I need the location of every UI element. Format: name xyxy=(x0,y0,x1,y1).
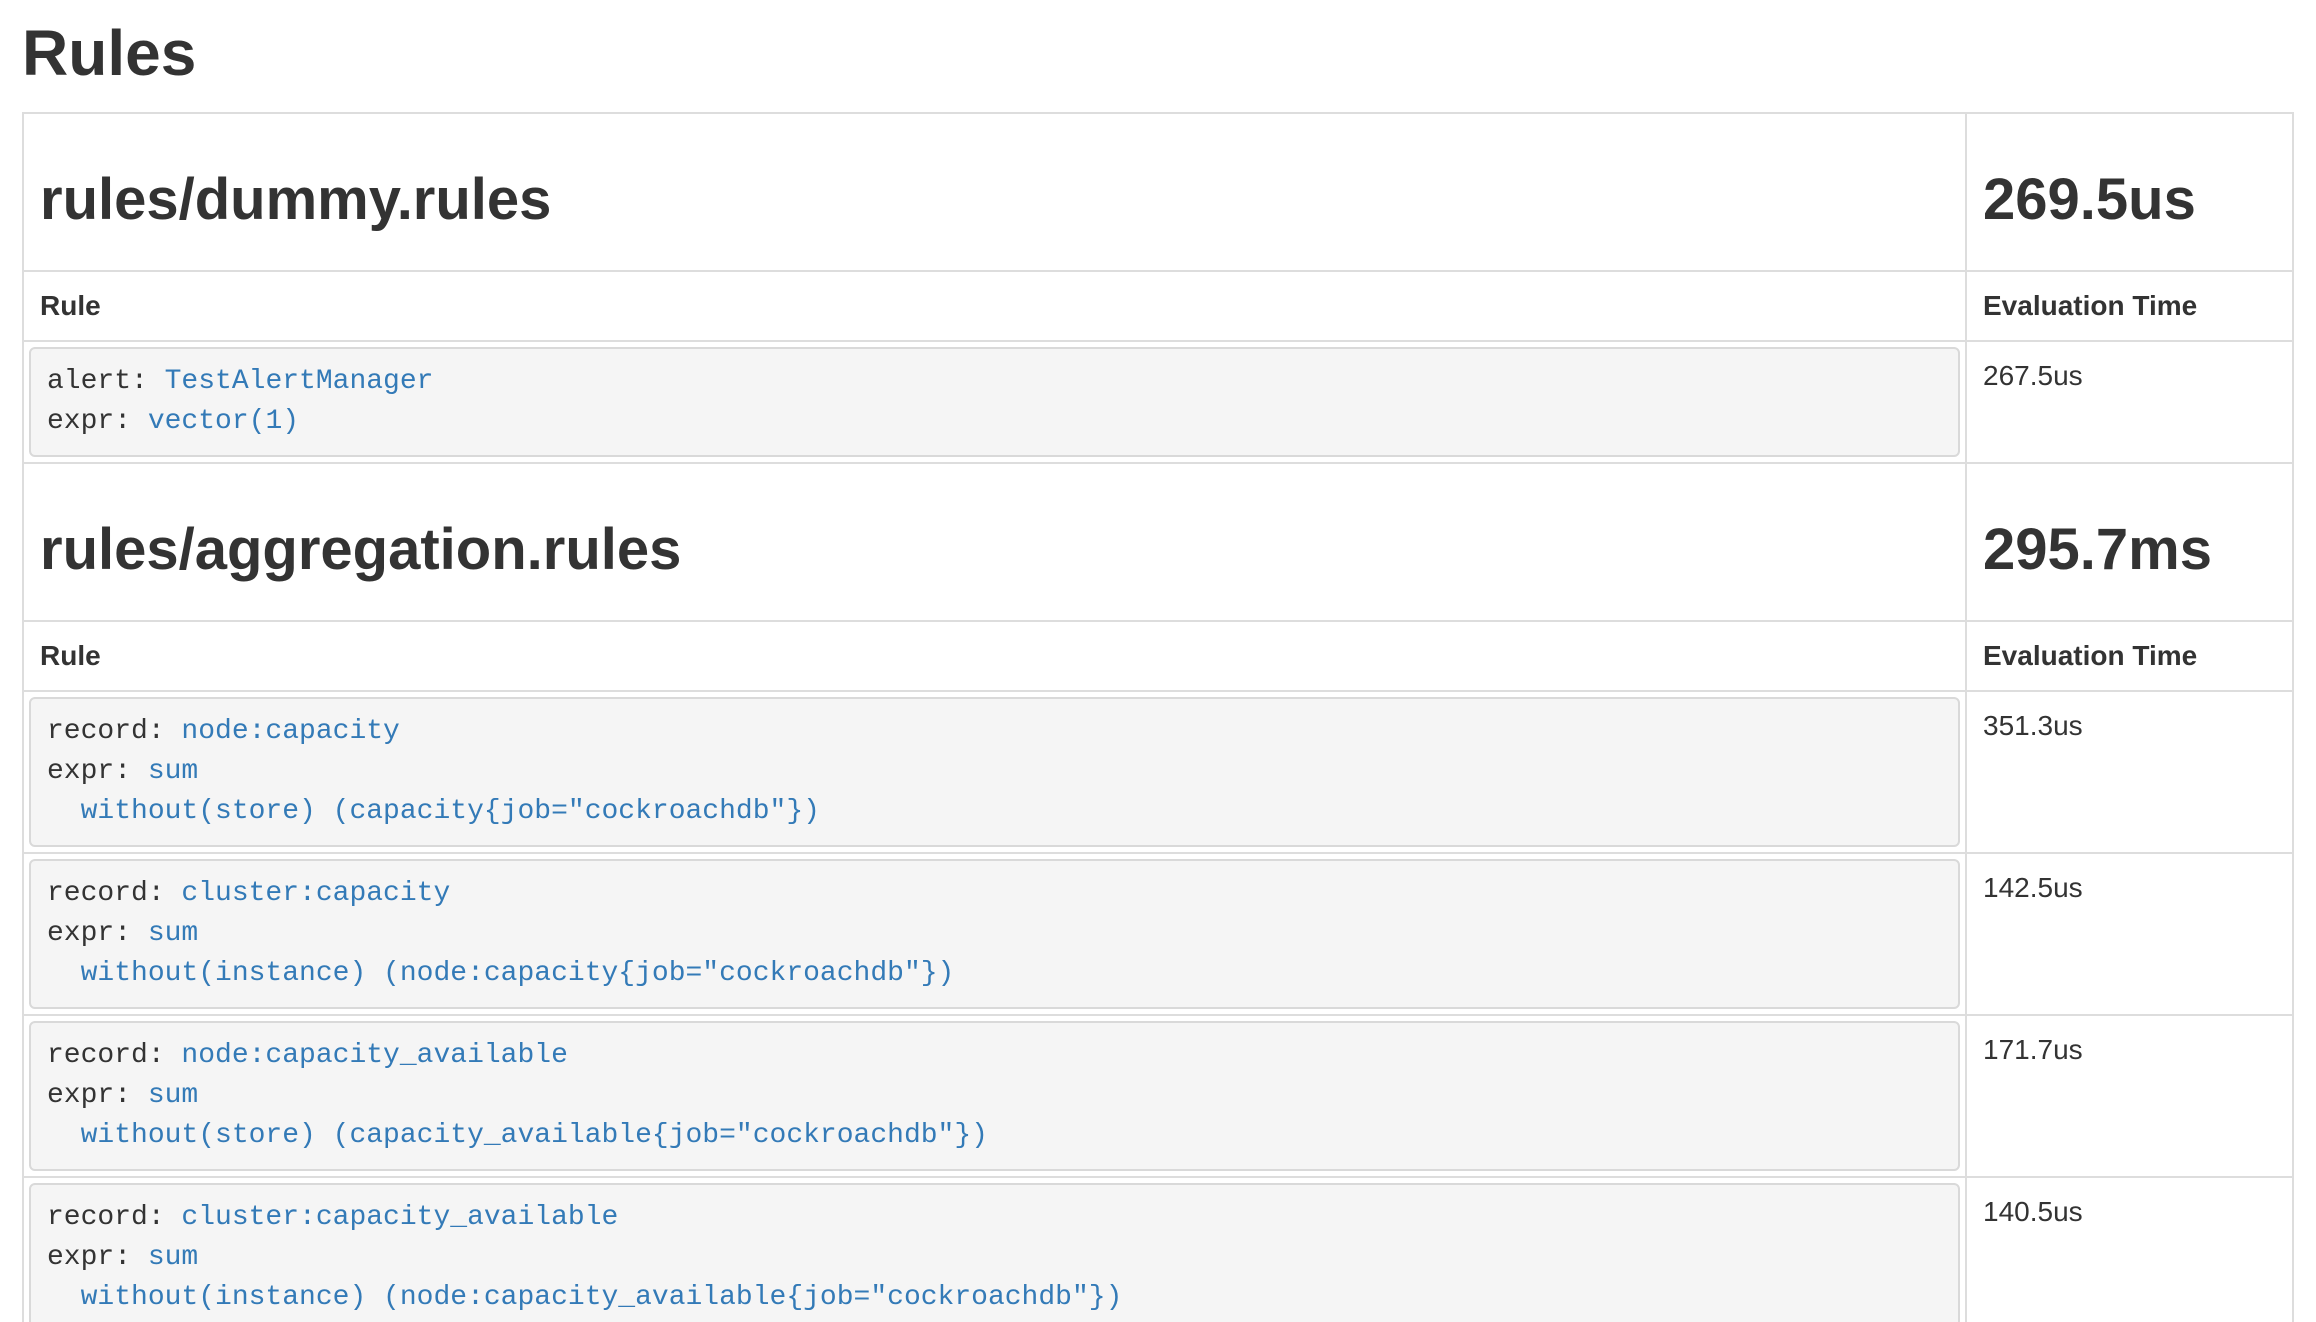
rules-page: Rules rules/dummy.rules 269.5us Rule Eva… xyxy=(0,18,2316,1322)
rule-group-evaluation-time: 295.7ms xyxy=(1983,518,2276,582)
rule-kind-label: record: xyxy=(47,1040,181,1071)
rule-name-link[interactable]: TestAlertManager xyxy=(165,366,434,397)
rule-row: alert: TestAlertManager expr: vector(1) … xyxy=(23,341,2293,463)
rule-group-evaluation-time: 269.5us xyxy=(1983,168,2276,232)
rule-group-table-dummy: rules/dummy.rules 269.5us Rule Evaluatio… xyxy=(22,112,2294,464)
rule-definition: record: cluster:capacity_available expr:… xyxy=(29,1183,1960,1322)
rule-row: record: node:capacity_available expr: su… xyxy=(23,1015,2293,1177)
rule-expr-link[interactable]: sum without(instance) (node:capacity_ava… xyxy=(47,1242,1122,1313)
expr-label: expr: xyxy=(47,918,148,949)
rule-row: record: cluster:capacity expr: sum witho… xyxy=(23,853,2293,1015)
expr-label: expr: xyxy=(47,406,148,437)
rule-evaluation-time: 351.3us xyxy=(1966,691,2293,853)
rule-column-header: Rule xyxy=(23,271,1966,341)
rule-expr-link[interactable]: sum without(store) (capacity{job="cockro… xyxy=(47,756,820,827)
rule-kind-label: record: xyxy=(47,1202,181,1233)
rule-kind-label: alert: xyxy=(47,366,165,397)
rule-group-name: rules/aggregation.rules xyxy=(40,518,1949,582)
rule-expr-link[interactable]: sum without(instance) (node:capacity{job… xyxy=(47,918,954,989)
column-header-row: Rule Evaluation Time xyxy=(23,621,2293,691)
rule-group-name: rules/dummy.rules xyxy=(40,168,1949,232)
rule-definition: record: node:capacity_available expr: su… xyxy=(29,1021,1960,1171)
rule-evaluation-time: 140.5us xyxy=(1966,1177,2293,1322)
evaluation-time-column-header: Evaluation Time xyxy=(1966,271,2293,341)
rule-expr-link[interactable]: vector(1) xyxy=(148,406,299,437)
rule-column-header: Rule xyxy=(23,621,1966,691)
rule-name-link[interactable]: node:capacity_available xyxy=(181,1040,567,1071)
expr-label: expr: xyxy=(47,1080,148,1111)
rule-kind-label: record: xyxy=(47,878,181,909)
rule-definition: alert: TestAlertManager expr: vector(1) xyxy=(29,347,1960,457)
rule-name-link[interactable]: cluster:capacity xyxy=(181,878,450,909)
rule-name-link[interactable]: node:capacity xyxy=(181,716,399,747)
rule-definition: record: node:capacity expr: sum without(… xyxy=(29,697,1960,847)
rule-group-table-aggregation: rules/aggregation.rules 295.7ms Rule Eva… xyxy=(22,462,2294,1322)
expr-label: expr: xyxy=(47,756,148,787)
rule-evaluation-time: 142.5us xyxy=(1966,853,2293,1015)
rule-evaluation-time: 171.7us xyxy=(1966,1015,2293,1177)
evaluation-time-column-header: Evaluation Time xyxy=(1966,621,2293,691)
expr-label: expr: xyxy=(47,1242,148,1273)
column-header-row: Rule Evaluation Time xyxy=(23,271,2293,341)
rule-kind-label: record: xyxy=(47,716,181,747)
rule-definition: record: cluster:capacity expr: sum witho… xyxy=(29,859,1960,1009)
rule-evaluation-time: 267.5us xyxy=(1966,341,2293,463)
rule-group-header-row: rules/aggregation.rules 295.7ms xyxy=(23,463,2293,621)
page-title: Rules xyxy=(22,18,2294,88)
rule-group-header-row: rules/dummy.rules 269.5us xyxy=(23,113,2293,271)
rule-row: record: cluster:capacity_available expr:… xyxy=(23,1177,2293,1322)
rule-name-link[interactable]: cluster:capacity_available xyxy=(181,1202,618,1233)
rule-expr-link[interactable]: sum without(store) (capacity_available{j… xyxy=(47,1080,988,1151)
rule-row: record: node:capacity expr: sum without(… xyxy=(23,691,2293,853)
